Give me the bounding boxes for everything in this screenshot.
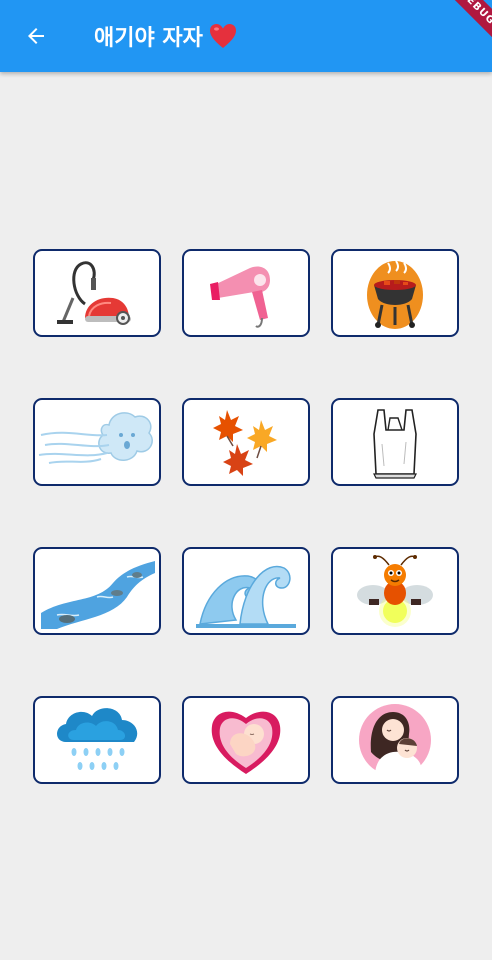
card-plastic-bag[interactable] bbox=[331, 398, 459, 486]
mother-baby-icon bbox=[359, 704, 431, 778]
grill-icon bbox=[367, 260, 423, 329]
arrow-left-icon bbox=[28, 28, 44, 44]
card-river[interactable] bbox=[33, 547, 161, 635]
card-baby-in-womb[interactable] bbox=[182, 696, 310, 784]
rain-cloud-icon bbox=[57, 708, 138, 770]
debug-banner: DEBUG bbox=[432, 0, 492, 60]
heart-icon bbox=[209, 24, 236, 48]
plastic-bag-icon bbox=[373, 409, 417, 479]
card-wind[interactable] bbox=[33, 398, 161, 486]
river-icon bbox=[41, 561, 155, 629]
page-title: 애기야 자자 bbox=[94, 20, 237, 52]
sound-grid bbox=[33, 249, 459, 784]
wind-icon bbox=[38, 412, 153, 464]
card-autumn-leaves[interactable] bbox=[182, 398, 310, 486]
card-barbecue-grill[interactable] bbox=[331, 249, 459, 337]
leaves-icon bbox=[213, 410, 277, 476]
card-rain-cloud[interactable] bbox=[33, 696, 161, 784]
hair-dryer-icon bbox=[210, 266, 270, 328]
app-bar: 애기야 자자 DEBUG bbox=[0, 0, 492, 72]
womb-icon bbox=[211, 711, 281, 774]
wave-icon bbox=[196, 565, 296, 628]
vacuum-icon bbox=[57, 261, 131, 325]
back-button[interactable] bbox=[14, 14, 58, 58]
page-title-text: 애기야 자자 bbox=[94, 26, 203, 51]
firefly-icon bbox=[357, 555, 433, 627]
card-firefly[interactable] bbox=[331, 547, 459, 635]
card-ocean-wave[interactable] bbox=[182, 547, 310, 635]
card-hair-dryer[interactable] bbox=[182, 249, 310, 337]
debug-banner-label: DEBUG bbox=[438, 0, 492, 47]
card-vacuum-cleaner[interactable] bbox=[33, 249, 161, 337]
card-mother-and-baby[interactable] bbox=[331, 696, 459, 784]
